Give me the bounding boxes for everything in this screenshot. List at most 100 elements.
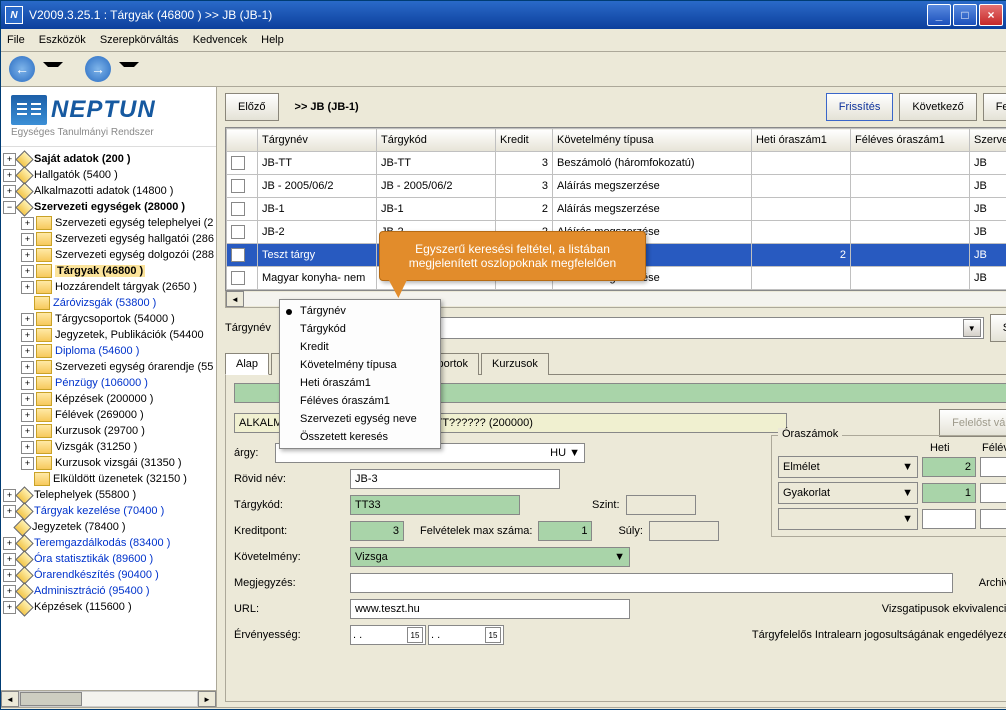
context-menu-item[interactable]: Tárgykód [280, 320, 440, 338]
context-menu-item[interactable]: Követelmény típusa [280, 356, 440, 374]
row-checkbox[interactable] [231, 225, 245, 239]
kovetelmeny-combo[interactable]: Vizsga▼ [350, 547, 630, 567]
ervenyesseg-to[interactable]: . .15 [428, 625, 504, 645]
calendar-icon[interactable]: 15 [485, 627, 501, 643]
column-header[interactable]: Tárgykód [376, 129, 495, 152]
szint-input[interactable] [626, 495, 696, 515]
tree-item[interactable]: +Szervezeti egység órarendje (55 [3, 359, 214, 375]
tree-expander[interactable]: + [21, 361, 34, 374]
nav-forward-dropdown[interactable] [119, 62, 139, 77]
tree-expander[interactable]: + [21, 425, 34, 438]
targykod-input[interactable]: TT33 [350, 495, 520, 515]
menu-help[interactable]: Help [261, 34, 284, 46]
row-checkbox[interactable] [231, 248, 245, 262]
tree-item[interactable]: +Alkalmazotti adatok (14800 ) [3, 183, 214, 199]
tree-item[interactable]: +Pénzügy (106000 ) [3, 375, 214, 391]
tree-expander[interactable]: + [21, 249, 34, 262]
context-menu-item[interactable]: Összetett keresés [280, 428, 440, 446]
column-header[interactable]: Heti óraszám1 [751, 129, 850, 152]
tab-alapadatok[interactable]: Alap [225, 353, 269, 375]
tree-item[interactable]: +Hallgatók (5400 ) [3, 167, 214, 183]
scroll-right-button[interactable]: ► [198, 691, 216, 707]
tree-expander[interactable]: + [21, 345, 34, 358]
tree-item[interactable]: +Kurzusok (29700 ) [3, 423, 214, 439]
close-button[interactable]: × [979, 4, 1003, 26]
tab-kurzusok[interactable]: Kurzusok [481, 353, 549, 375]
row-checkbox[interactable] [231, 271, 245, 285]
tree-item[interactable]: +Képzések (115600 ) [3, 599, 214, 615]
menu-favorites[interactable]: Kedvencek [193, 34, 247, 46]
row3-heti[interactable] [922, 509, 976, 529]
tree-item[interactable]: Jegyzetek (78400 ) [3, 519, 214, 535]
nav-back-button[interactable]: ← [9, 56, 35, 82]
elmelet-heti[interactable]: 2 [922, 457, 976, 477]
menu-file[interactable]: File [7, 34, 25, 46]
column-header[interactable]: Követelmény típusa [552, 129, 751, 152]
gyakorlat-heti[interactable]: 1 [922, 483, 976, 503]
tree-item[interactable]: +Vizsgák (31250 ) [3, 439, 214, 455]
grid-scroll-left[interactable]: ◄ [226, 291, 244, 307]
tree-expander[interactable]: + [21, 441, 34, 454]
tree-item[interactable]: +Teremgazdálkodás (83400 ) [3, 535, 214, 551]
column-header[interactable]: Szervezeti [969, 129, 1006, 152]
nav-back-dropdown[interactable] [43, 62, 63, 77]
nav-forward-button[interactable]: → [85, 56, 111, 82]
row-checkbox[interactable] [231, 156, 245, 170]
tree-item[interactable]: +Óra statisztikák (89600 ) [3, 551, 214, 567]
gyakorlat-feleves[interactable] [980, 483, 1006, 503]
menu-tools[interactable]: Eszközök [39, 34, 86, 46]
context-menu-item[interactable]: Heti óraszám1 [280, 374, 440, 392]
chevron-down-icon[interactable]: ▼ [569, 447, 580, 459]
menu-role[interactable]: Szerepkörváltás [100, 34, 179, 46]
column-header[interactable]: Kredit [495, 129, 552, 152]
scroll-thumb[interactable] [20, 692, 82, 706]
tree-expander[interactable]: + [21, 233, 34, 246]
tree-item[interactable]: +Saját adatok (200 ) [3, 151, 214, 167]
empty-combo[interactable]: ▼ [778, 508, 918, 530]
tree-expander[interactable]: + [21, 329, 34, 342]
tree-item[interactable]: Záróvizsgák (53800 ) [3, 295, 214, 311]
column-header[interactable] [226, 129, 257, 152]
context-menu-item[interactable]: Szervezeti egység neve [280, 410, 440, 428]
tree-expander[interactable]: + [21, 409, 34, 422]
next-button[interactable]: Következő [899, 93, 976, 121]
scroll-left-button[interactable]: ◄ [1, 691, 19, 707]
minimize-button[interactable]: _ [927, 4, 951, 26]
tree-item[interactable]: +Diploma (54600 ) [3, 343, 214, 359]
megjegyzes-input[interactable] [350, 573, 953, 593]
context-menu-item[interactable]: Féléves óraszám1 [280, 392, 440, 410]
tree-expander[interactable]: + [21, 265, 34, 278]
tree-item[interactable]: +Tárgyak kezelése (70400 ) [3, 503, 214, 519]
gyakorlat-combo[interactable]: Gyakorlat▼ [778, 482, 918, 504]
url-input[interactable]: www.teszt.hu [350, 599, 630, 619]
tree-item[interactable]: +Szervezeti egység hallgatói (286 [3, 231, 214, 247]
tree-item[interactable]: +Telephelyek (55800 ) [3, 487, 214, 503]
tree-item[interactable]: −Szervezeti egységek (28000 ) [3, 199, 214, 215]
table-row[interactable]: JB-TTJB-TT3Beszámoló (háromfokozatú)JB [226, 152, 1006, 175]
tree-item[interactable]: +Jegyzetek, Publikációk (54400 [3, 327, 214, 343]
suly-input[interactable] [649, 521, 719, 541]
tree-item[interactable]: +Adminisztráció (95400 ) [3, 583, 214, 599]
prev-button[interactable]: Előző [225, 93, 279, 121]
row3-feleves[interactable] [980, 509, 1006, 529]
filter-button[interactable]: Szűrés [990, 314, 1006, 342]
context-menu-item[interactable]: Tárgynév [280, 302, 440, 320]
tree-expander[interactable]: + [21, 313, 34, 326]
search-context-menu[interactable]: TárgynévTárgykódKreditKövetelmény típusa… [279, 299, 441, 449]
tree-item[interactable]: Elküldött üzenetek (32150 ) [3, 471, 214, 487]
context-menu-item[interactable]: Kredit [280, 338, 440, 356]
tree-item[interactable]: +Szervezeti egység dolgozói (288 [3, 247, 214, 263]
chevron-down-icon[interactable]: ▼ [614, 551, 625, 563]
up-button[interactable]: Fel [983, 93, 1006, 121]
sidebar-hscroll[interactable]: ◄ ► [1, 690, 216, 707]
maximize-button[interactable]: □ [953, 4, 977, 26]
row-checkbox[interactable] [231, 202, 245, 216]
tree-item[interactable]: +Tárgyak (46800 ) [3, 263, 214, 279]
tree-expander[interactable]: + [21, 457, 34, 470]
refresh-button[interactable]: Frissítés [826, 93, 894, 121]
tree-expander[interactable]: + [21, 377, 34, 390]
table-row[interactable]: JB-1JB-12Aláírás megszerzéseJB [226, 198, 1006, 221]
kredit-input[interactable]: 3 [350, 521, 404, 541]
tree-item[interactable]: +Hozzárendelt tárgyak (2650 ) [3, 279, 214, 295]
tree-item[interactable]: +Félévek (269000 ) [3, 407, 214, 423]
